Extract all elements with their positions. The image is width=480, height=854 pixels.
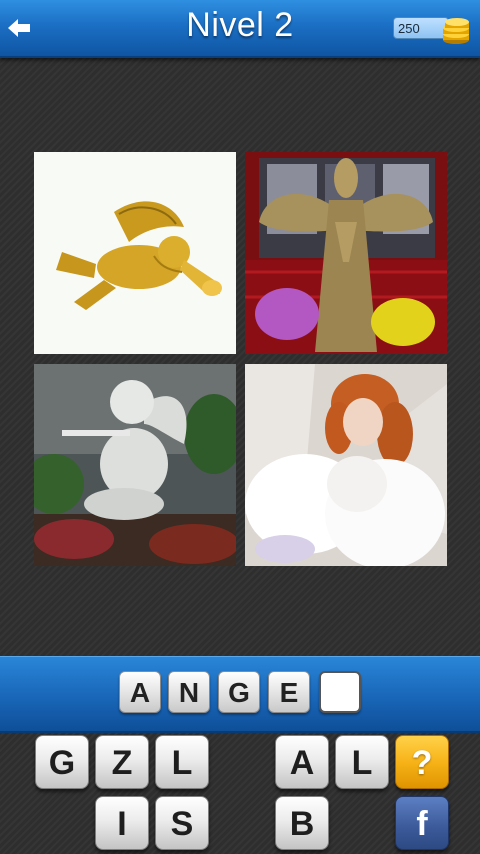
letter-key-l[interactable]: L: [155, 735, 209, 789]
hint-button[interactable]: ?: [395, 735, 449, 789]
answer-slot-5-empty[interactable]: [319, 671, 361, 713]
coin-stack-icon[interactable]: [440, 14, 472, 44]
facebook-share-button[interactable]: f: [395, 796, 449, 850]
answer-slot-2[interactable]: N: [168, 671, 210, 713]
answer-slot-3[interactable]: G: [218, 671, 260, 713]
puzzle-image-golden-cherub[interactable]: [34, 152, 236, 354]
puzzle-image-angel-doll[interactable]: [245, 364, 447, 566]
letter-key-a[interactable]: A: [275, 735, 329, 789]
puzzle-image-straw-angel[interactable]: [245, 152, 447, 354]
puzzle-image-stone-cherub[interactable]: [34, 364, 236, 566]
letter-key-g[interactable]: G: [35, 735, 89, 789]
top-bar: Nivel 2 250: [0, 0, 480, 58]
letter-key-b[interactable]: B: [275, 796, 329, 850]
letter-key-i[interactable]: I: [95, 796, 149, 850]
letter-key-l-2[interactable]: L: [335, 735, 389, 789]
letter-key-s[interactable]: S: [155, 796, 209, 850]
letter-key-z[interactable]: Z: [95, 735, 149, 789]
answer-slot-4[interactable]: E: [268, 671, 310, 713]
answer-slot-1[interactable]: A: [119, 671, 161, 713]
